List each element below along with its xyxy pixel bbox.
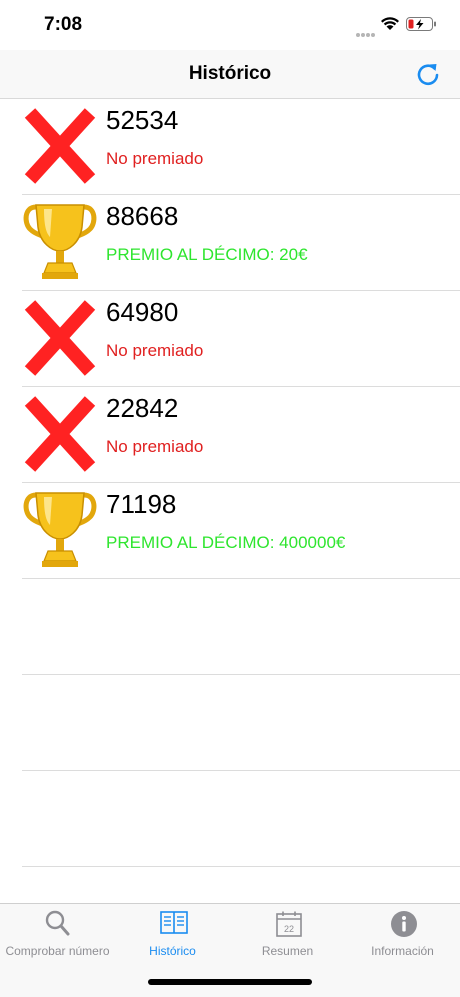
history-row[interactable]: 64980 No premiado xyxy=(22,291,460,387)
history-list[interactable]: 52534 No premiado 88668 PREMIO AL DÉCIMO: 2… xyxy=(0,99,460,867)
tab-label: Información xyxy=(371,944,434,958)
red-x-icon xyxy=(22,393,98,475)
prize-status: No premiado xyxy=(106,149,204,168)
tab-informacion[interactable]: Información xyxy=(345,904,460,964)
history-row[interactable]: 71198 PREMIO AL DÉCIMO: 400000€ xyxy=(22,483,460,579)
empty-row xyxy=(22,579,460,675)
lottery-number: 71198 xyxy=(106,489,177,519)
navigation-bar: Histórico xyxy=(0,50,460,99)
prize-status: No premiado xyxy=(106,341,204,360)
tab-resumen[interactable]: 22 Resumen xyxy=(230,904,345,964)
empty-row xyxy=(22,675,460,771)
prize-status: PREMIO AL DÉCIMO: 20€ xyxy=(106,245,308,264)
home-indicator xyxy=(148,979,312,985)
red-x-icon xyxy=(22,297,98,379)
history-row[interactable]: 88668 PREMIO AL DÉCIMO: 20€ xyxy=(22,195,460,291)
history-row[interactable]: 52534 No premiado xyxy=(22,99,460,195)
page-title: Histórico xyxy=(188,63,272,84)
magnifier-icon xyxy=(45,910,70,936)
tab-label: Comprobar número xyxy=(5,944,110,958)
refresh-button[interactable] xyxy=(414,60,442,88)
trophy-icon xyxy=(22,489,98,571)
lottery-number: 64980 xyxy=(106,297,179,327)
tab-label: Resumen xyxy=(261,944,314,958)
refresh-icon xyxy=(417,64,439,85)
history-row[interactable]: 22842 No premiado xyxy=(22,387,460,483)
lottery-number: 52534 xyxy=(106,105,179,135)
calendar-icon: 22 xyxy=(276,911,302,937)
book-icon xyxy=(160,911,188,934)
wifi-icon xyxy=(381,17,399,30)
status-bar: 7:08 xyxy=(0,0,460,50)
empty-row xyxy=(22,771,460,867)
battery-icon xyxy=(406,17,436,31)
cellular-signal-icon xyxy=(356,24,376,42)
trophy-icon xyxy=(22,201,98,283)
status-time: 7:08 xyxy=(44,14,83,35)
tab-label: Histórico xyxy=(149,944,196,958)
prize-status: PREMIO AL DÉCIMO: 400000€ xyxy=(106,533,346,552)
info-icon xyxy=(391,911,417,937)
tab-comprobar-numero[interactable]: Comprobar número xyxy=(0,904,115,964)
lottery-number: 22842 xyxy=(106,393,179,423)
lottery-number: 88668 xyxy=(106,201,179,231)
tab-historico[interactable]: Histórico xyxy=(115,904,230,964)
prize-status: No premiado xyxy=(106,437,204,456)
red-x-icon xyxy=(22,105,98,187)
calendar-day: 22 xyxy=(284,924,294,934)
